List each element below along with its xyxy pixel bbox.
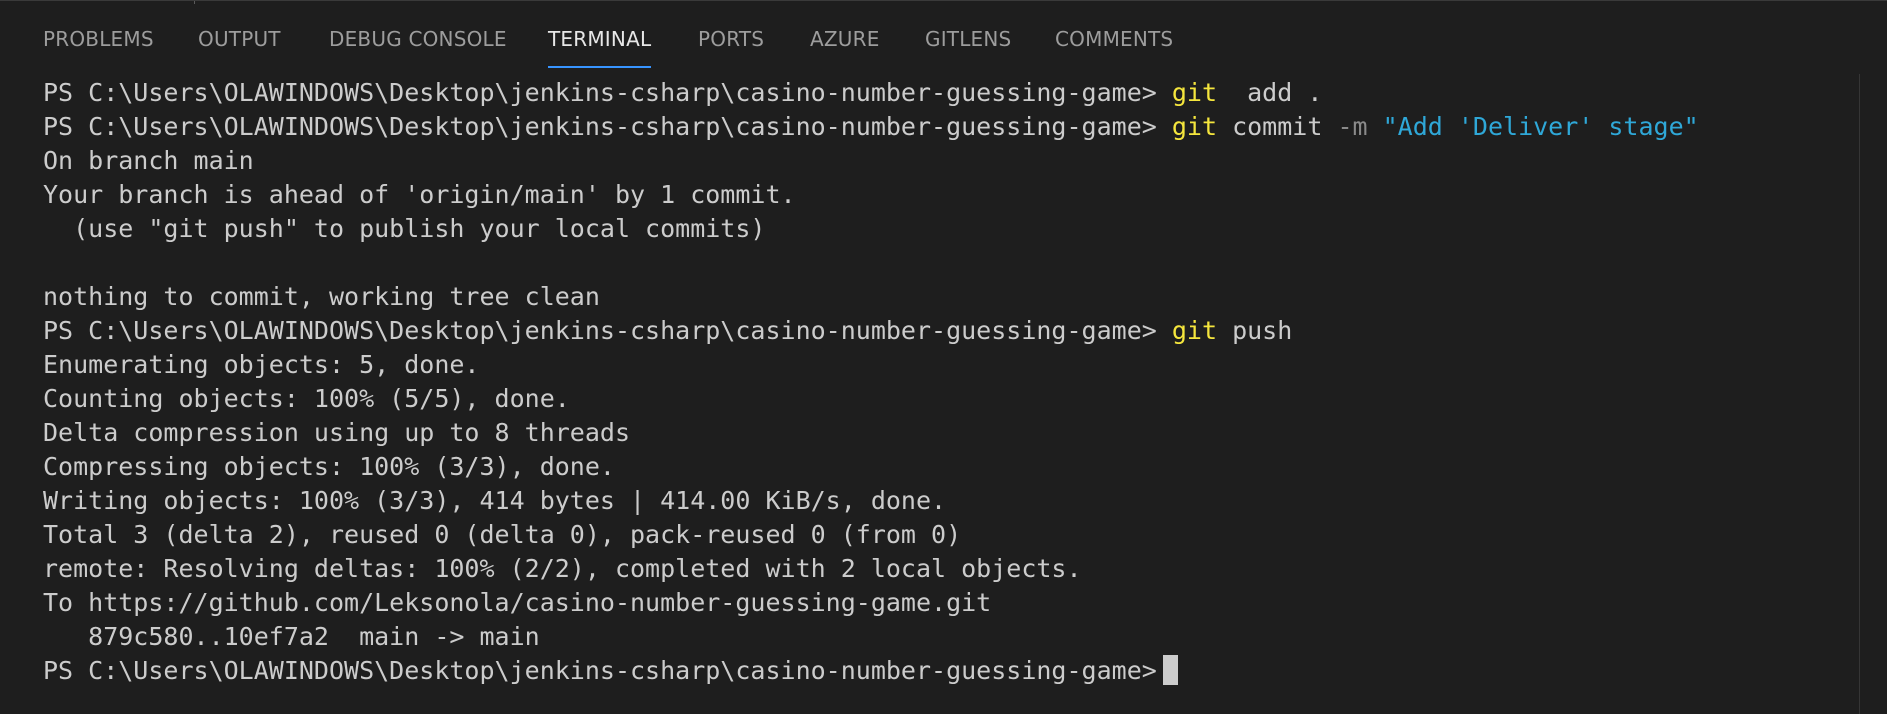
terminal-scrollbar[interactable] bbox=[1859, 74, 1887, 714]
prompt-text: PS C:\Users\OLAWINDOWS\Desktop\jenkins-c… bbox=[43, 656, 1157, 685]
command-string: "Add 'Deliver' stage" bbox=[1382, 112, 1699, 141]
tab-gitlens[interactable]: GITLENS bbox=[925, 8, 1011, 68]
terminal-line-output: Your branch is ahead of 'origin/main' by… bbox=[43, 180, 796, 209]
terminal-line-prompt: PS C:\Users\OLAWINDOWS\Desktop\jenkins-c… bbox=[43, 314, 1292, 348]
tab-azure[interactable]: AZURE bbox=[810, 8, 880, 68]
command-args: push bbox=[1217, 316, 1293, 345]
command-args: add . bbox=[1217, 78, 1323, 107]
tab-ports[interactable]: PORTS bbox=[698, 8, 764, 68]
terminal-line-output: Counting objects: 100% (5/5), done. bbox=[43, 384, 570, 413]
tab-comments[interactable]: COMMENTS bbox=[1055, 8, 1173, 68]
prompt-text: PS C:\Users\OLAWINDOWS\Desktop\jenkins-c… bbox=[43, 316, 1157, 345]
terminal-line-output: Total 3 (delta 2), reused 0 (delta 0), p… bbox=[43, 520, 962, 549]
terminal-line-output: Delta compression using up to 8 threads bbox=[43, 418, 630, 447]
prompt-text: PS C:\Users\OLAWINDOWS\Desktop\jenkins-c… bbox=[43, 112, 1157, 141]
terminal-line-output: On branch main bbox=[43, 146, 254, 175]
terminal-output[interactable]: PS C:\Users\OLAWINDOWS\Desktop\jenkins-c… bbox=[43, 76, 1843, 706]
terminal-line-output: Enumerating objects: 5, done. bbox=[43, 350, 480, 379]
terminal-line-prompt-current: PS C:\Users\OLAWINDOWS\Desktop\jenkins-c… bbox=[43, 654, 1178, 688]
panel-tab-bar: PROBLEMS OUTPUT DEBUG CONSOLE TERMINAL P… bbox=[0, 8, 1887, 68]
terminal-cursor bbox=[1162, 655, 1178, 685]
terminal-line-output: To https://github.com/Leksonola/casino-n… bbox=[43, 588, 992, 617]
prompt-text: PS C:\Users\OLAWINDOWS\Desktop\jenkins-c… bbox=[43, 78, 1157, 107]
terminal-line-prompt: PS C:\Users\OLAWINDOWS\Desktop\jenkins-c… bbox=[43, 110, 1699, 144]
terminal-line-prompt: PS C:\Users\OLAWINDOWS\Desktop\jenkins-c… bbox=[43, 76, 1322, 110]
terminal-line-output: Compressing objects: 100% (3/3), done. bbox=[43, 452, 615, 481]
top-edge-mark bbox=[194, 1, 195, 4]
command-git: git bbox=[1171, 112, 1218, 141]
command-git: git bbox=[1171, 78, 1218, 107]
terminal-line-output: (use "git push" to publish your local co… bbox=[43, 214, 766, 243]
tab-debug-console[interactable]: DEBUG CONSOLE bbox=[329, 8, 507, 68]
window-top-edge bbox=[0, 0, 1887, 4]
terminal-line-output: Writing objects: 100% (3/3), 414 bytes |… bbox=[43, 486, 947, 515]
terminal-line-output: remote: Resolving deltas: 100% (2/2), co… bbox=[43, 554, 1082, 583]
tab-output[interactable]: OUTPUT bbox=[198, 8, 281, 68]
tab-terminal[interactable]: TERMINAL bbox=[548, 8, 652, 68]
terminal-line-output: 879c580..10ef7a2 main -> main bbox=[43, 622, 540, 651]
command-subcommand: commit bbox=[1217, 112, 1323, 141]
terminal-line-output: nothing to commit, working tree clean bbox=[43, 282, 600, 311]
command-git: git bbox=[1171, 316, 1218, 345]
command-flag: -m bbox=[1337, 112, 1368, 141]
tab-problems[interactable]: PROBLEMS bbox=[43, 8, 154, 68]
